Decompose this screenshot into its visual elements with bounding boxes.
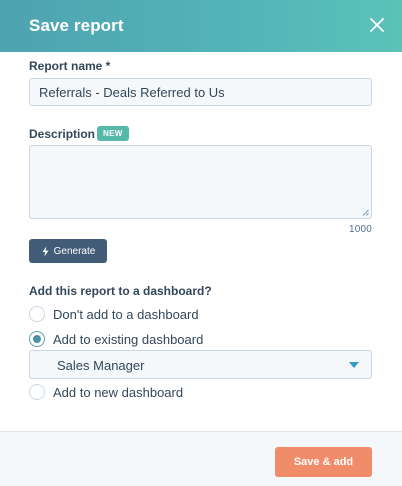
dashboard-select-value: Sales Manager [57,358,145,373]
dialog-footer: Save & add [0,431,402,486]
radio-label: Add to new dashboard [53,384,184,400]
radio-dont-add[interactable]: Don't add to a dashboard [29,305,199,323]
report-name-input[interactable] [29,78,372,106]
character-limit: 1000 [348,224,372,235]
generate-button[interactable]: Generate [29,239,107,263]
dashboard-select[interactable]: Sales Manager [29,350,372,379]
report-name-label: Report name * [29,59,111,73]
save-report-dialog: Save report Report name * Description NE… [0,0,402,486]
save-and-add-button[interactable]: Save & add [275,447,372,477]
radio-label: Add to existing dashboard [53,331,204,347]
dialog-title: Save report [29,16,124,35]
radio-button[interactable] [29,384,45,400]
dialog-header: Save report [0,0,402,52]
dashboard-question: Add this report to a dashboard? [29,284,212,298]
radio-button-checked[interactable] [29,331,45,347]
caret-down-icon [349,362,359,368]
radio-add-existing[interactable]: Add to existing dashboard [29,330,203,348]
radio-button[interactable] [29,306,45,322]
radio-add-new[interactable]: Add to new dashboard [29,383,183,401]
generate-button-label: Generate [53,245,96,257]
sparkle-bolt-icon [42,246,49,256]
new-badge: NEW [97,126,129,141]
description-label: Description [29,127,96,141]
resize-grip-icon[interactable] [362,209,369,216]
close-button[interactable] [366,14,388,36]
radio-label: Don't add to a dashboard [53,306,199,322]
close-icon [370,18,384,32]
description-textarea[interactable] [29,145,372,219]
